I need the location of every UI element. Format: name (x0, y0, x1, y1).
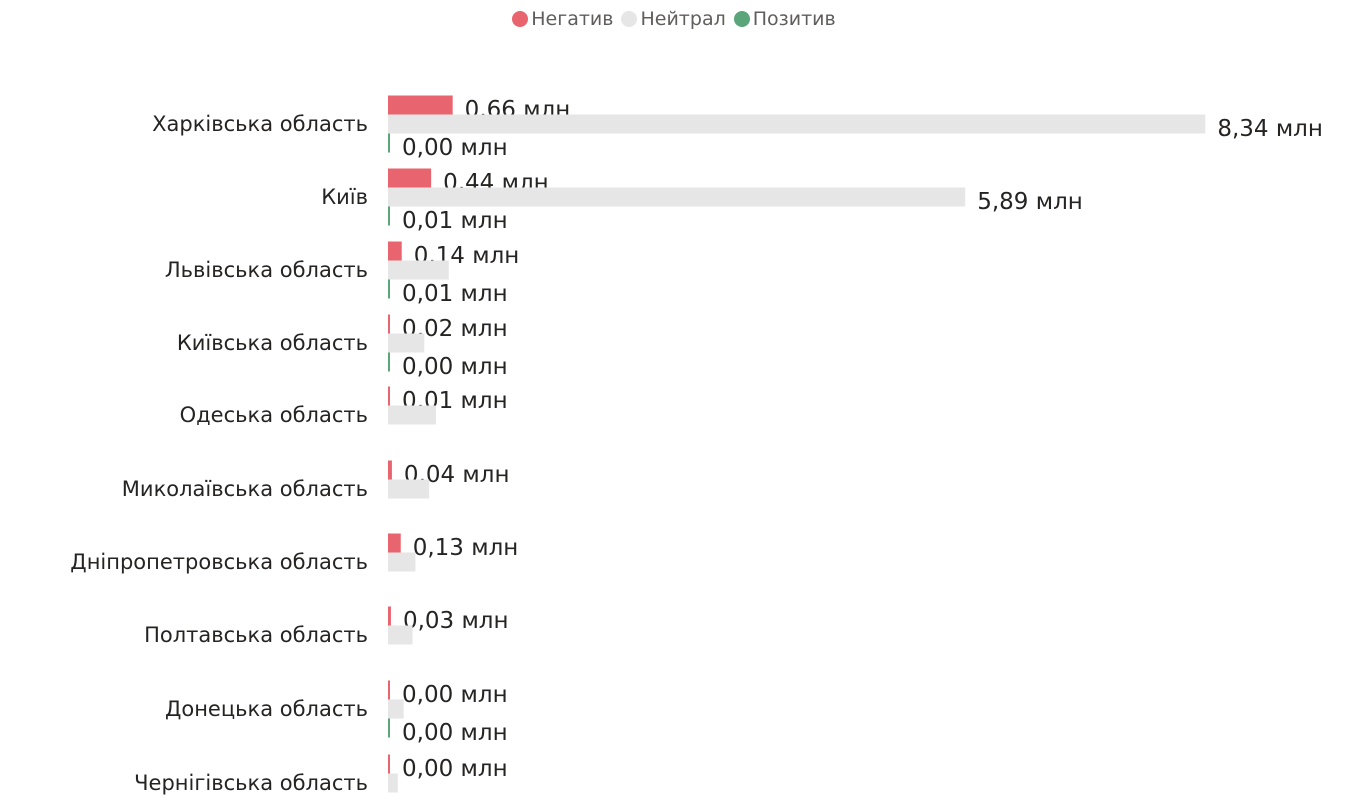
bar-positive (388, 206, 390, 226)
category-label: Київ (321, 185, 368, 209)
data-label-negative: 0,13 млн (413, 535, 519, 561)
data-label-neutral: 5,89 млн (977, 189, 1083, 215)
category-label: Одеська область (180, 403, 368, 427)
bar-positive (388, 279, 390, 299)
bar-positive (388, 133, 390, 153)
bar-negative (388, 754, 390, 774)
bar-neutral (388, 333, 425, 353)
data-label-positive: 0,01 млн (402, 208, 508, 234)
bar-neutral (388, 699, 404, 719)
bar-negative (388, 314, 390, 334)
data-label-negative: 0,03 млн (403, 608, 509, 634)
bar-neutral (388, 773, 398, 793)
data-label-neutral: 8,34 млн (1217, 116, 1323, 142)
bar-negative (388, 460, 392, 480)
data-label-negative: 0,00 млн (402, 682, 508, 708)
data-label-negative: 0,00 млн (402, 756, 508, 782)
category-label: Донецька область (165, 697, 368, 721)
bar-neutral (388, 405, 437, 425)
bar-negative (388, 680, 390, 700)
data-label-positive: 0,01 млн (402, 281, 508, 307)
bar-neutral (388, 552, 416, 572)
bar-negative (388, 95, 453, 115)
category-label: Чернігівська область (134, 771, 368, 795)
bar-neutral (388, 187, 966, 207)
category-label: Харківська область (152, 112, 368, 136)
bar-neutral (388, 114, 1206, 134)
data-label-positive: 0,00 млн (402, 720, 508, 746)
category-label: Львівська область (165, 258, 368, 282)
bar-negative (388, 533, 401, 553)
bar-negative (388, 168, 432, 188)
category-label: Полтавська область (144, 623, 368, 647)
bar-neutral (388, 625, 413, 645)
bar-negative (388, 241, 402, 261)
bar-negative (388, 606, 391, 626)
data-label-positive: 0,00 млн (402, 354, 508, 380)
bar-positive (388, 718, 390, 738)
bar-chart: Харківська область Київ Львівська область К… (70, 95, 1323, 795)
category-label: Миколаївська область (122, 477, 368, 501)
category-label: Дніпропетровська область (70, 550, 368, 574)
bar-negative (388, 386, 390, 406)
data-label-positive: 0,00 млн (402, 135, 508, 161)
bar-positive (388, 352, 390, 372)
bar-neutral (388, 260, 449, 280)
category-label: Київська область (177, 331, 368, 355)
bar-neutral (388, 479, 430, 499)
